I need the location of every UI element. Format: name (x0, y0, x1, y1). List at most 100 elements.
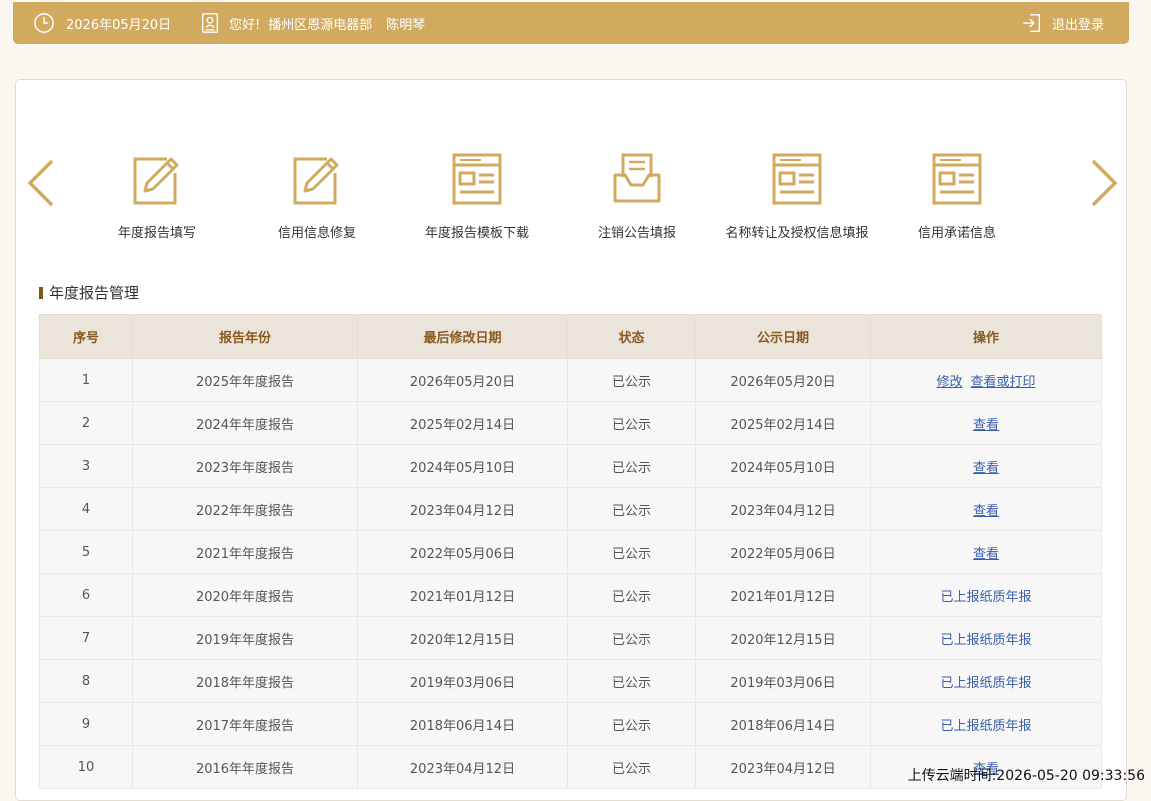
cell-no: 6 (39, 573, 133, 617)
clock-icon (34, 13, 54, 33)
cell-actions: 已上报纸质年报 (870, 659, 1102, 703)
func-label: 年度报告模板下载 (424, 226, 529, 241)
col-header-actions: 操作 (870, 314, 1102, 359)
carousel-prev-button[interactable] (26, 158, 56, 208)
cell-no: 9 (39, 702, 133, 746)
user-name: 陈明琴 (386, 17, 426, 33)
func-label: 信用信息修复 (277, 226, 356, 241)
cell-published: 2024年05月10日 (695, 444, 871, 488)
cell-year: 2022年年度报告 (132, 487, 358, 531)
edit-form-icon (293, 157, 339, 205)
func-label: 名称转让及授权信息填报 (725, 226, 869, 241)
func-label: 信用承诺信息 (917, 226, 996, 241)
table-row: 6 2020年年度报告 2021年01月12日 已公示 2021年01月12日 已上报纸质… (39, 573, 1102, 617)
func-template-download[interactable]: 年度报告模板下载 (397, 151, 557, 246)
view-link[interactable]: 查看 (973, 504, 999, 519)
cell-modified: 2025年02月14日 (357, 401, 568, 445)
paper-report-note: 已上报纸质年报 (940, 718, 1032, 734)
upload-time: 上传云端时间:2026-05-20 09:33:56 (907, 768, 1145, 784)
cell-year: 2018年年度报告 (132, 659, 358, 703)
cell-status: 已公示 (567, 659, 696, 703)
cell-status: 已公示 (567, 358, 696, 402)
cell-year: 2019年年度报告 (132, 616, 358, 660)
cell-published: 2025年02月14日 (695, 401, 871, 445)
document-template-icon (772, 153, 822, 205)
cell-no: 4 (39, 487, 133, 531)
document-template-icon (452, 153, 502, 205)
cell-year: 2016年年度报告 (132, 745, 358, 789)
func-label: 年度报告填写 (117, 226, 196, 241)
section-title-text: 年度报告管理 (49, 284, 140, 302)
cell-year: 2023年年度报告 (132, 444, 358, 488)
user-card-icon (201, 13, 219, 33)
cell-status: 已公示 (567, 616, 696, 660)
cell-published: 2026年05月20日 (695, 358, 871, 402)
cell-year: 2021年年度报告 (132, 530, 358, 574)
table-row: 7 2019年年度报告 2020年12月15日 已公示 2020年12月15日 已上报纸质… (39, 616, 1102, 660)
paper-report-note: 已上报纸质年报 (940, 675, 1032, 691)
cell-status: 已公示 (567, 573, 696, 617)
func-label: 注销公告填报 (597, 226, 676, 241)
view-link[interactable]: 查看 (973, 418, 999, 433)
logout-label: 退出登录 (1052, 17, 1105, 33)
func-annual-report-fill[interactable]: 年度报告填写 (77, 151, 237, 246)
cell-published: 2020年12月15日 (695, 616, 871, 660)
func-credit-repair[interactable]: 信用信息修复 (237, 151, 397, 246)
table-row: 8 2018年年度报告 2019年03月06日 已公示 2019年03月06日 已上报纸质… (39, 659, 1102, 703)
cell-published: 2018年06月14日 (695, 702, 871, 746)
cell-no: 2 (39, 401, 133, 445)
table-row: 5 2021年年度报告 2022年05月06日 已公示 2022年05月06日 查看 (39, 530, 1102, 574)
cell-published: 2021年01月12日 (695, 573, 871, 617)
cell-no: 1 (39, 358, 133, 402)
chevron-right-icon (1091, 159, 1118, 207)
col-header-modified: 最后修改日期 (357, 314, 568, 359)
carousel-next-button[interactable] (1089, 158, 1119, 208)
cell-status: 已公示 (567, 702, 696, 746)
view-link[interactable]: 查看 (973, 461, 999, 476)
func-cancellation-notice[interactable]: 注销公告填报 (557, 151, 717, 246)
cell-published: 2019年03月06日 (695, 659, 871, 703)
cell-actions: 修改 查看或打印 (870, 358, 1102, 402)
document-template-icon (932, 153, 982, 205)
cell-modified: 2023年04月12日 (357, 745, 568, 789)
cell-modified: 2019年03月06日 (357, 659, 568, 703)
logout-button[interactable]: 退出登录 (1021, 2, 1104, 44)
current-date: 2026年05月20日 (66, 17, 172, 33)
section-marker (39, 287, 43, 299)
cell-year: 2025年年度报告 (132, 358, 358, 402)
date-display: 2026年05月20日 (33, 2, 171, 44)
table-row: 3 2023年年度报告 2024年05月10日 已公示 2024年05月10日 查看 (39, 444, 1102, 488)
cell-actions: 已上报纸质年报 (870, 702, 1102, 746)
cell-modified: 2024年05月10日 (357, 444, 568, 488)
edit-link[interactable]: 修改 (936, 375, 962, 390)
greeting: 您好! (229, 17, 261, 33)
table-row: 2 2024年年度报告 2025年02月14日 已公示 2025年02月14日 查看 (39, 401, 1102, 445)
cell-published: 2023年04月12日 (695, 745, 871, 789)
cell-actions: 查看 (870, 530, 1102, 574)
cell-actions: 查看 (870, 444, 1102, 488)
cell-actions: 已上报纸质年报 (870, 573, 1102, 617)
cell-year: 2017年年度报告 (132, 702, 358, 746)
cell-status: 已公示 (567, 401, 696, 445)
col-header-year: 报告年份 (132, 314, 358, 359)
view-link[interactable]: 查看 (973, 547, 999, 562)
cell-year: 2020年年度报告 (132, 573, 358, 617)
table-header-row: 序号 报告年份 最后修改日期 状态 公示日期 操作 (39, 314, 1102, 359)
edit-form-icon (133, 157, 179, 205)
table-row: 1 2025年年度报告 2026年05月20日 已公示 2026年05月20日 修改 查看或… (39, 358, 1102, 402)
table-row: 9 2017年年度报告 2018年06月14日 已公示 2018年06月14日 已上报纸质… (39, 702, 1102, 746)
cell-published: 2023年04月12日 (695, 487, 871, 531)
view-print-link[interactable]: 查看或打印 (971, 375, 1036, 390)
company-name: 播州区恩源电器部 (268, 17, 373, 33)
func-name-transfer[interactable]: 名称转让及授权信息填报 (717, 151, 877, 246)
cell-status: 已公示 (567, 745, 696, 789)
section-title: 年度报告管理 (39, 283, 139, 303)
func-credit-commitment[interactable]: 信用承诺信息 (877, 151, 1037, 246)
cell-modified: 2022年05月06日 (357, 530, 568, 574)
col-header-status: 状态 (567, 314, 696, 359)
annual-report-table: 序号 报告年份 最后修改日期 状态 公示日期 操作 1 2025年年度报告 2026… (39, 314, 1102, 789)
cell-no: 3 (39, 444, 133, 488)
user-info: 您好! 播州区恩源电器部 陈明琴 (199, 2, 425, 44)
chevron-left-icon (27, 159, 54, 207)
top-bar: 2026年05月20日 您好! 播州区恩源电器部 陈明琴 退出登录 (13, 2, 1129, 44)
